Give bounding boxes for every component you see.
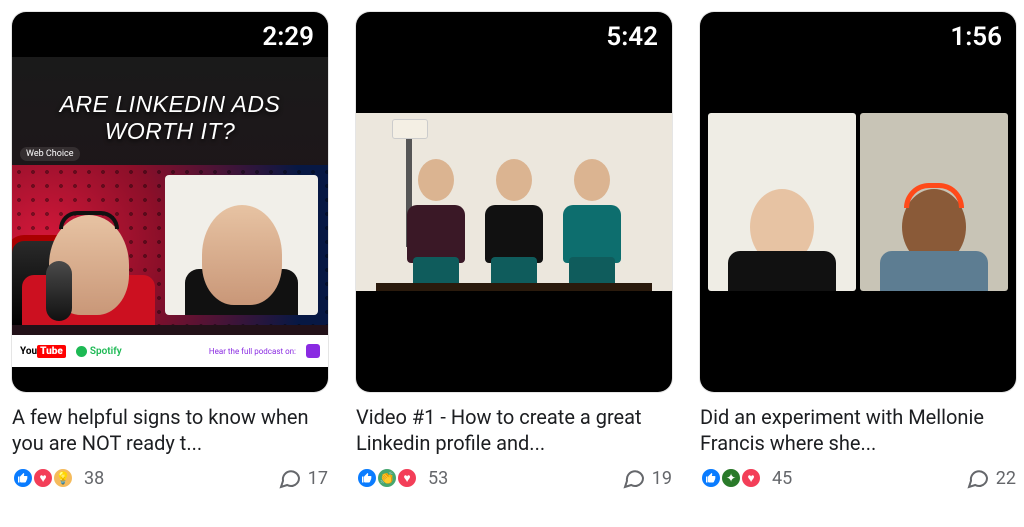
video-thumbnail[interactable]: 5:42 <box>356 12 672 392</box>
comment-icon <box>622 466 646 490</box>
comments-button[interactable]: 22 <box>966 466 1016 490</box>
video-duration: 2:29 <box>262 22 314 52</box>
speaker-left <box>12 165 165 325</box>
speaker-right <box>860 113 1008 291</box>
thumbnail-headline: ARE LINKEDIN ADS WORTH IT? <box>12 57 328 151</box>
comment-count: 19 <box>652 468 672 489</box>
video-title[interactable]: Did an experiment with Mellonie Francis … <box>700 404 1016 456</box>
speaker-left <box>708 113 856 291</box>
video-card: 5:42 Video #1 - How to create a great Li… <box>356 12 672 490</box>
insight-icon: 💡 <box>52 467 74 489</box>
video-thumbnail[interactable]: 2:29 ARE LINKEDIN ADS WORTH IT? Web Choi… <box>12 12 328 392</box>
person <box>555 151 629 291</box>
love-icon: ♥ <box>740 467 762 489</box>
spotify-icon: Spotify <box>76 346 122 357</box>
love-icon: ♥ <box>32 467 54 489</box>
comment-icon <box>278 466 302 490</box>
video-feed: 2:29 ARE LINKEDIN ADS WORTH IT? Web Choi… <box>12 12 1012 490</box>
reactions[interactable]: ✦ ♥ 45 <box>700 467 792 489</box>
reaction-count: 38 <box>84 468 104 489</box>
video-title[interactable]: A few helpful signs to know when you are… <box>12 404 328 456</box>
thumbnail-art <box>356 113 672 291</box>
comments-button[interactable]: 17 <box>278 466 328 490</box>
reactions[interactable]: ♥ 💡 38 <box>12 467 104 489</box>
person <box>399 151 473 291</box>
celebrate-icon: 👏 <box>376 467 398 489</box>
video-stats: ✦ ♥ 45 22 <box>700 466 1016 490</box>
reaction-count: 53 <box>428 468 448 489</box>
comment-count: 22 <box>996 468 1016 489</box>
comments-button[interactable]: 19 <box>622 466 672 490</box>
thumbnail-art <box>706 113 1010 291</box>
like-icon <box>12 467 34 489</box>
video-card: 2:29 ARE LINKEDIN ADS WORTH IT? Web Choi… <box>12 12 328 490</box>
thumbnail-footer: YouTube Spotify Hear the full podcast on… <box>12 335 328 367</box>
person <box>477 151 551 291</box>
video-duration: 1:56 <box>950 22 1002 52</box>
thumbnail-art: ARE LINKEDIN ADS WORTH IT? Web Choice <box>12 57 328 367</box>
video-title[interactable]: Video #1 - How to create a great Linkedi… <box>356 404 672 456</box>
video-stats: 👏 ♥ 53 19 <box>356 466 672 490</box>
podcast-icon <box>306 344 320 358</box>
thumbnail-tag: Web Choice <box>20 147 80 161</box>
support-icon: ✦ <box>720 467 742 489</box>
footer-text: Hear the full podcast on: <box>209 347 296 356</box>
video-thumbnail[interactable]: 1:56 <box>700 12 1016 392</box>
like-icon <box>356 467 378 489</box>
love-icon: ♥ <box>396 467 418 489</box>
video-duration: 5:42 <box>606 22 658 52</box>
reactions[interactable]: 👏 ♥ 53 <box>356 467 448 489</box>
reaction-count: 45 <box>772 468 792 489</box>
video-stats: ♥ 💡 38 17 <box>12 466 328 490</box>
youtube-icon: YouTube <box>20 346 66 357</box>
like-icon <box>700 467 722 489</box>
comment-icon <box>966 466 990 490</box>
speaker-right <box>165 175 318 315</box>
video-card: 1:56 Did an experiment with Mellonie Fra… <box>700 12 1016 490</box>
comment-count: 17 <box>308 468 328 489</box>
